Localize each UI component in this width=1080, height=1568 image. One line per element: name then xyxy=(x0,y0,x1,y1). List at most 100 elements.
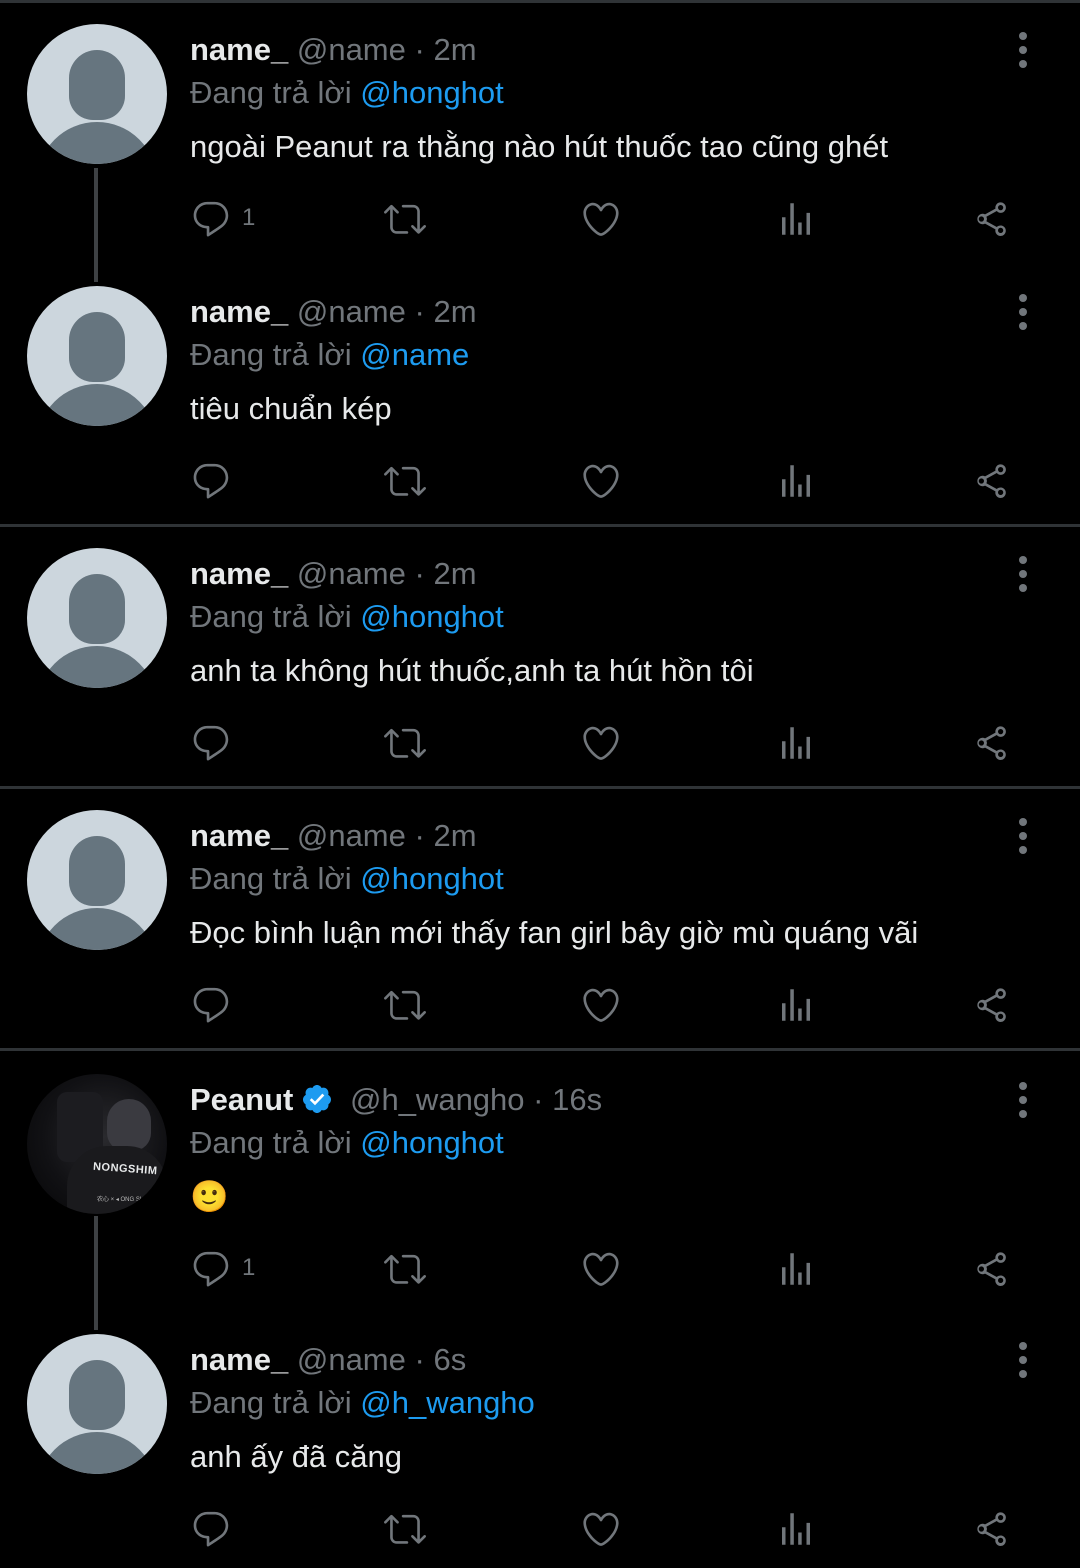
views-icon xyxy=(782,1253,810,1285)
tweet[interactable]: name_ @name · 2m Đang trả lời @honghot n… xyxy=(0,0,1080,282)
tweet-header: name_ @name · 2m xyxy=(190,30,477,70)
tweet-header: Peanut @h_wangho · 16s xyxy=(190,1080,602,1120)
tweet-header: name_ @name · 2m xyxy=(190,816,477,856)
user-handle[interactable]: @name xyxy=(297,818,406,853)
user-handle[interactable]: @name xyxy=(297,294,406,329)
reply-button[interactable] xyxy=(190,702,280,782)
tweet[interactable]: name_ @name · 2m Đang trả lời @honghot a… xyxy=(0,524,1080,786)
avatar[interactable]: NONGSHIM 农心 × ◂ ONG SHIM xyxy=(27,1074,167,1214)
tweet-text: tiêu chuẩn kép xyxy=(190,391,392,426)
like-button[interactable] xyxy=(580,1488,670,1568)
user-handle[interactable]: @h_wangho xyxy=(350,1082,525,1117)
display-name[interactable]: name_ xyxy=(190,294,288,329)
mention-link[interactable]: @honghot xyxy=(360,1125,504,1160)
tweet[interactable]: name_ @name · 2m Đang trả lời @honghot Đ… xyxy=(0,786,1080,1048)
avatar-sponsor-text: 农心 × ◂ ONG SHIM xyxy=(97,1197,151,1203)
retweet-button[interactable] xyxy=(384,440,474,520)
mention-link[interactable]: @honghot xyxy=(360,75,504,110)
tweet-text: 🙂 xyxy=(190,1179,229,1214)
display-name[interactable]: name_ xyxy=(190,32,288,67)
reply-button[interactable] xyxy=(190,964,280,1044)
mention-link[interactable]: @name xyxy=(360,337,469,372)
display-name[interactable]: name_ xyxy=(190,818,288,853)
more-icon[interactable] xyxy=(1006,292,1040,332)
display-name[interactable]: name_ xyxy=(190,1342,288,1377)
more-icon[interactable] xyxy=(1006,554,1040,594)
share-button[interactable] xyxy=(970,964,1060,1044)
user-handle[interactable]: @name xyxy=(297,32,406,67)
like-icon xyxy=(583,1512,619,1546)
display-name[interactable]: Peanut xyxy=(190,1082,293,1117)
default-avatar-body xyxy=(37,646,157,688)
share-button[interactable] xyxy=(970,440,1060,520)
avatar[interactable] xyxy=(27,24,167,164)
more-icon[interactable] xyxy=(1006,30,1040,70)
user-handle[interactable]: @name xyxy=(297,556,406,591)
replying-to-label: Đang trả lời xyxy=(190,861,352,896)
verified-icon xyxy=(303,1085,332,1113)
share-button[interactable] xyxy=(970,702,1060,782)
like-icon xyxy=(583,726,619,760)
reply-button[interactable] xyxy=(190,1488,280,1568)
views-button[interactable] xyxy=(775,440,865,520)
more-icon[interactable] xyxy=(1006,1080,1040,1120)
avatar[interactable] xyxy=(27,286,167,426)
retweet-icon xyxy=(384,728,426,758)
mention-link[interactable]: @honghot xyxy=(360,861,504,896)
retweet-icon xyxy=(384,466,426,496)
timestamp[interactable]: 16s xyxy=(552,1082,602,1117)
like-button[interactable] xyxy=(580,178,670,258)
retweet-button[interactable] xyxy=(384,1488,474,1568)
retweet-button[interactable] xyxy=(384,178,474,258)
user-handle[interactable]: @name xyxy=(297,1342,406,1377)
timestamp[interactable]: 2m xyxy=(433,818,476,853)
like-icon xyxy=(583,202,619,236)
views-button[interactable] xyxy=(775,178,865,258)
retweet-button[interactable] xyxy=(384,964,474,1044)
tweet[interactable]: name_ @name · 6s Đang trả lời @h_wangho … xyxy=(0,1310,1080,1558)
reply-icon xyxy=(193,463,229,499)
timestamp[interactable]: 2m xyxy=(433,294,476,329)
like-button[interactable] xyxy=(580,440,670,520)
action-bar xyxy=(0,440,1080,520)
timestamp[interactable]: 6s xyxy=(433,1342,466,1377)
reply-button[interactable] xyxy=(190,440,280,520)
action-bar xyxy=(0,964,1080,1044)
more-icon[interactable] xyxy=(1006,1340,1040,1380)
share-icon xyxy=(977,1512,1006,1546)
more-icon[interactable] xyxy=(1006,816,1040,856)
like-button[interactable] xyxy=(580,1228,670,1308)
timestamp[interactable]: 2m xyxy=(433,556,476,591)
reply-button[interactable]: 1 xyxy=(190,1228,280,1308)
tweet[interactable]: NONGSHIM 农心 × ◂ ONG SHIM Peanut @h_wangh… xyxy=(0,1050,1080,1330)
action-bar xyxy=(0,1488,1080,1568)
timestamp[interactable]: 2m xyxy=(433,32,476,67)
avatar[interactable] xyxy=(27,1334,167,1474)
tweet[interactable]: name_ @name · 2m Đang trả lời @name tiêu… xyxy=(0,262,1080,524)
views-icon xyxy=(782,203,810,235)
mention-link[interactable]: @honghot xyxy=(360,599,504,634)
retweet-button[interactable] xyxy=(384,1228,474,1308)
like-button[interactable] xyxy=(580,702,670,782)
share-button[interactable] xyxy=(970,1228,1060,1308)
like-icon xyxy=(583,464,619,498)
retweet-button[interactable] xyxy=(384,702,474,782)
views-button[interactable] xyxy=(775,964,865,1044)
views-button[interactable] xyxy=(775,1228,865,1308)
avatar[interactable] xyxy=(27,548,167,688)
replying-to-label: Đang trả lời xyxy=(190,75,352,110)
views-button[interactable] xyxy=(775,702,865,782)
mention-link[interactable]: @h_wangho xyxy=(360,1385,535,1420)
share-icon xyxy=(977,202,1006,236)
views-button[interactable] xyxy=(775,1488,865,1568)
display-name[interactable]: name_ xyxy=(190,556,288,591)
reply-button[interactable]: 1 xyxy=(190,178,280,258)
share-icon xyxy=(977,988,1006,1022)
share-button[interactable] xyxy=(970,1488,1060,1568)
avatar[interactable] xyxy=(27,810,167,950)
replying-to-label: Đang trả lời xyxy=(190,1125,352,1160)
separator-dot: · xyxy=(414,1342,425,1377)
like-button[interactable] xyxy=(580,964,670,1044)
separator-dot: · xyxy=(414,556,425,591)
share-button[interactable] xyxy=(970,178,1060,258)
